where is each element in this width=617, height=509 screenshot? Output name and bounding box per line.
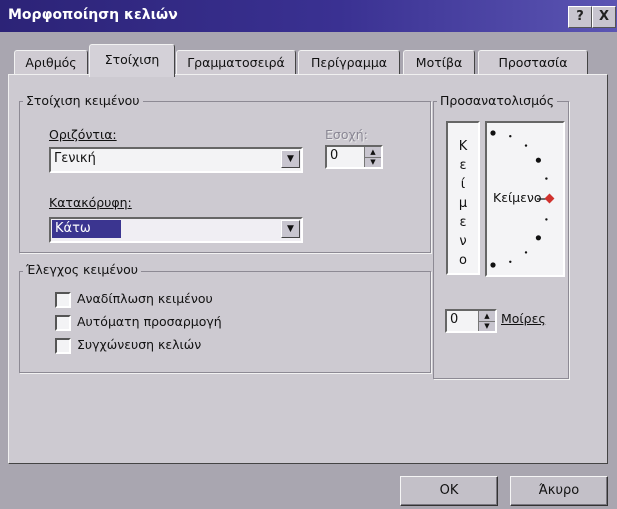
vertical-text-letter: Κ [458, 139, 468, 154]
orientation-dial-dot[interactable] [509, 260, 512, 263]
vertical-text-option[interactable]: Κείμενο [446, 121, 480, 275]
help-button[interactable]: ? [568, 6, 592, 28]
text-alignment-group-label: Στοίχιση κειμένου [23, 93, 143, 108]
window-title: Μορφοποίηση κελιών [8, 7, 178, 23]
tab-alignment[interactable]: Στοίχιση [89, 44, 175, 77]
shrink-to-fit-checkbox[interactable] [55, 315, 71, 331]
vertical-text-letter: ε [459, 158, 467, 173]
orientation-dial-dot[interactable] [490, 262, 496, 268]
cancel-button[interactable]: Άκυρο [510, 476, 608, 506]
degrees-label: Μοίρες [501, 311, 546, 326]
shrink-to-fit-label[interactable]: Αυτόματη προσαρμογή [77, 314, 222, 329]
horizontal-label: Οριζόντια: [49, 127, 117, 142]
orientation-dial-dot[interactable] [535, 235, 541, 241]
horizontal-select[interactable]: Γενική ▼ [49, 147, 303, 173]
vertical-text-letter: ν [459, 234, 467, 249]
tab-panel: Στοίχιση κειμένου Οριζόντια: Γενική ▼ Εσ… [8, 74, 608, 464]
tab-patterns[interactable]: Μοτίβα [403, 50, 475, 75]
orientation-dial-dot[interactable] [524, 144, 528, 147]
indent-value: 0 [330, 148, 339, 163]
merge-cells-label[interactable]: Συγχώνευση κελιών [77, 337, 201, 352]
orientation-group-label: Προσανατολισμός [437, 93, 558, 108]
orientation-dial-text: Κείμενο [493, 190, 542, 205]
orientation-dial-dot[interactable] [524, 251, 528, 254]
orientation-dial-dot[interactable] [490, 130, 496, 136]
spin-down-icon[interactable]: ▼ [479, 321, 495, 331]
title-bar[interactable]: Μορφοποίηση κελιών ? X [0, 0, 617, 32]
degrees-value: 0 [450, 312, 459, 327]
orientation-dial-dot[interactable] [535, 157, 541, 163]
vertical-text-letter: ί [460, 177, 466, 192]
degrees-spin-buttons[interactable]: ▲ ▼ [478, 311, 495, 331]
orientation-marker[interactable] [544, 193, 555, 204]
tab-protection[interactable]: Προστασία [478, 50, 588, 75]
spin-down-icon[interactable]: ▼ [365, 157, 381, 167]
indent-label: Εσοχή: [325, 127, 368, 142]
vertical-text-letter: ε [459, 215, 467, 230]
merge-cells-checkbox[interactable] [55, 338, 71, 354]
vertical-select[interactable]: Κάτω ▼ [49, 217, 303, 243]
vertical-text-letters: Κείμενο [448, 137, 478, 270]
text-control-group-label: Έλεγχος κειμένου [23, 262, 141, 277]
chevron-down-icon[interactable]: ▼ [281, 150, 300, 168]
orientation-dial-dot[interactable] [509, 135, 512, 138]
degrees-spinner[interactable]: 0 ▲ ▼ [445, 309, 497, 333]
tab-border[interactable]: Περίγραμμα [298, 50, 400, 75]
orientation-dial[interactable]: Κείμενο [485, 121, 565, 277]
close-button[interactable]: X [592, 6, 616, 28]
indent-spin-buttons[interactable]: ▲ ▼ [364, 147, 381, 167]
horizontal-value: Γενική [54, 151, 96, 166]
ok-button[interactable]: OK [400, 476, 498, 506]
vertical-value: Κάτω [52, 220, 121, 238]
wrap-text-checkbox[interactable] [55, 292, 71, 308]
orientation-dial-dot[interactable] [545, 218, 548, 221]
vertical-text-letter: μ [458, 196, 468, 211]
vertical-label: Κατακόρυφη: [49, 195, 132, 210]
wrap-text-label[interactable]: Αναδίπλωση κειμένου [77, 291, 213, 306]
tab-font[interactable]: Γραμματοσειρά [176, 50, 296, 75]
orientation-dial-dot[interactable] [545, 177, 548, 180]
chevron-down-icon[interactable]: ▼ [281, 220, 300, 238]
vertical-text-letter: ο [459, 253, 467, 268]
indent-spinner[interactable]: 0 ▲ ▼ [325, 145, 383, 169]
tab-number[interactable]: Αριθμός [14, 50, 88, 75]
